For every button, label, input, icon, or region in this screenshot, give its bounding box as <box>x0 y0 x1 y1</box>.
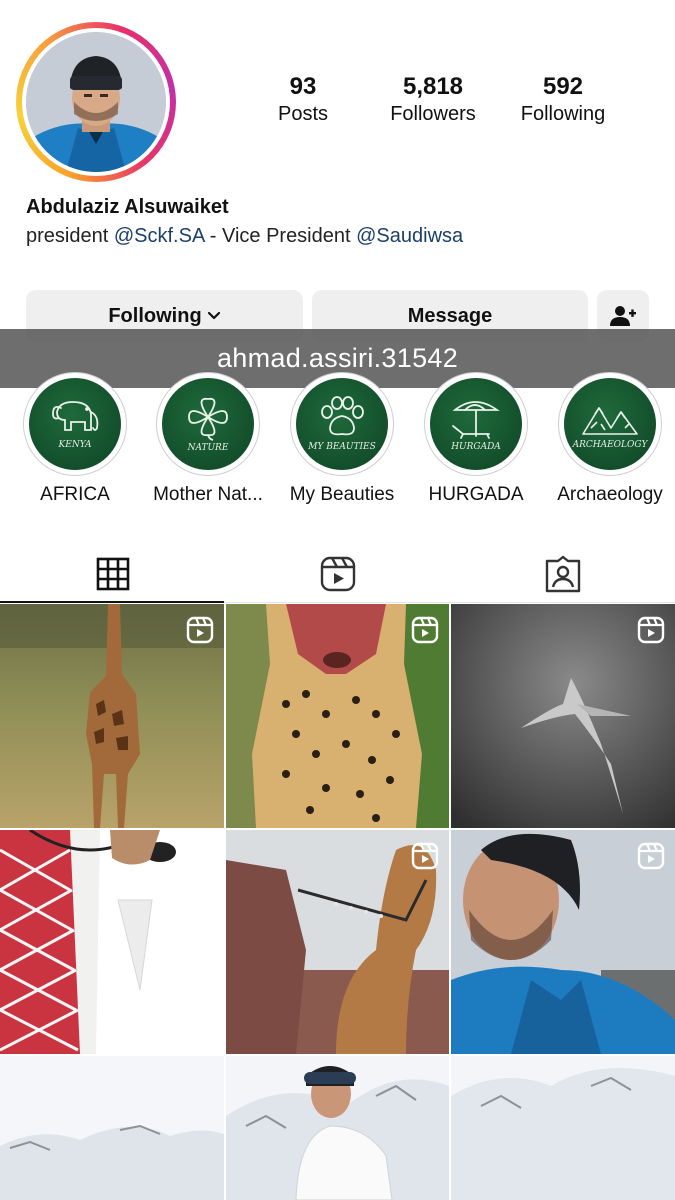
post-thumbnail <box>0 1056 224 1200</box>
highlight-ring: ARCHAEOLOGY <box>558 372 662 476</box>
highlight-my-beauties[interactable]: MY BEAUTIES My Beauties <box>272 372 412 506</box>
following-button-label: Following <box>108 304 202 327</box>
bio-mention-saudiwsa[interactable]: @Saudiwsa <box>356 225 463 247</box>
profile-avatar-ring[interactable] <box>16 22 176 182</box>
avatar-photo <box>26 32 166 172</box>
elephant-icon <box>52 401 99 431</box>
add-person-icon <box>610 306 636 326</box>
post-thumbnail <box>451 1056 675 1200</box>
reel-icon <box>411 842 439 870</box>
followers-label: Followers <box>390 103 476 125</box>
tagged-icon <box>545 555 580 593</box>
highlight-archaeology[interactable]: ARCHAEOLOGY Archaeology <box>540 372 675 506</box>
post-tile-shark[interactable] <box>451 604 675 828</box>
highlight-label: My Beauties <box>289 484 395 505</box>
reels-icon <box>320 556 355 592</box>
posts-count: 93 <box>289 73 317 100</box>
reel-icon <box>186 842 214 870</box>
post-tile-camel[interactable] <box>226 830 449 1054</box>
beach-umbrella-icon <box>452 401 500 439</box>
post-tile-man-in-thobe[interactable] <box>0 830 224 1054</box>
tab-posts-grid[interactable] <box>0 546 225 602</box>
bio-mention-sckf[interactable]: @Sckf.SA <box>114 225 204 247</box>
highlight-ring: NATURE <box>156 372 260 476</box>
highlight-caption: NATURE <box>187 443 229 453</box>
highlight-caption: MY BEAUTIES <box>308 442 376 452</box>
avatar-gap <box>22 28 170 176</box>
chevron-down-icon <box>207 311 220 320</box>
highlight-caption: ARCHAEOLOGY <box>572 440 648 450</box>
message-button-label: Message <box>407 304 493 327</box>
highlight-ring: KENYA <box>23 372 127 476</box>
reel-icon <box>637 842 665 870</box>
post-tile-man-in-beanie[interactable] <box>451 830 675 1054</box>
highlight-label: Archaeology <box>557 484 663 505</box>
followers-count: 5,818 <box>402 73 464 100</box>
highlight-cover: HURGADA <box>430 378 522 470</box>
following-label: Following <box>520 103 606 125</box>
tab-reels[interactable] <box>225 546 450 602</box>
highlight-hurgada[interactable]: HURGADA HURGADA <box>406 372 546 506</box>
active-tab-indicator <box>0 601 224 603</box>
highlight-label: HURGADA <box>428 484 524 505</box>
following-count: 592 <box>542 73 584 100</box>
post-tile-snowy-mountains[interactable] <box>0 1056 224 1200</box>
highlight-ring: MY BEAUTIES <box>290 372 394 476</box>
post-tile-snowy-mountains[interactable] <box>451 1056 675 1200</box>
highlight-cover: ARCHAEOLOGY <box>564 378 656 470</box>
followers-stat[interactable]: 5,818 Followers <box>378 74 488 128</box>
profile-name: Abdulaziz Alsuwaiket <box>26 196 229 218</box>
avatar[interactable] <box>26 32 166 172</box>
mountains-icon <box>582 407 638 435</box>
paw-icon <box>321 396 364 436</box>
following-stat[interactable]: 592 Following <box>508 74 618 128</box>
highlight-cover: NATURE <box>162 378 254 470</box>
reel-icon <box>411 616 439 644</box>
post-tile-cheetah[interactable] <box>226 604 449 828</box>
tab-tagged[interactable] <box>450 546 675 602</box>
highlight-mother-nature[interactable]: NATURE Mother Nat... <box>138 372 278 506</box>
post-tile-skier[interactable] <box>226 1056 449 1200</box>
highlight-label: AFRICA <box>40 484 110 505</box>
highlight-cover: MY BEAUTIES <box>296 378 388 470</box>
highlight-label: Mother Nat... <box>153 484 263 505</box>
grid-icon <box>96 557 129 591</box>
highlight-caption: KENYA <box>58 440 92 450</box>
bio-text: president <box>26 225 114 247</box>
reel-icon <box>186 616 214 644</box>
highlight-ring: HURGADA <box>424 372 528 476</box>
highlight-caption: HURGADA <box>451 442 501 452</box>
highlight-cover: KENYA <box>29 378 121 470</box>
clover-icon <box>188 397 228 441</box>
highlight-africa[interactable]: KENYA AFRICA <box>5 372 145 506</box>
bio-text: - Vice President <box>204 225 357 247</box>
posts-label: Posts <box>277 103 329 125</box>
profile-bio: president @Sckf.SA - Vice President @Sau… <box>26 225 463 248</box>
reel-icon <box>637 616 665 644</box>
posts-stat[interactable]: 93 Posts <box>248 74 358 128</box>
post-tile-giraffe[interactable] <box>0 604 224 828</box>
post-thumbnail <box>226 1056 449 1200</box>
